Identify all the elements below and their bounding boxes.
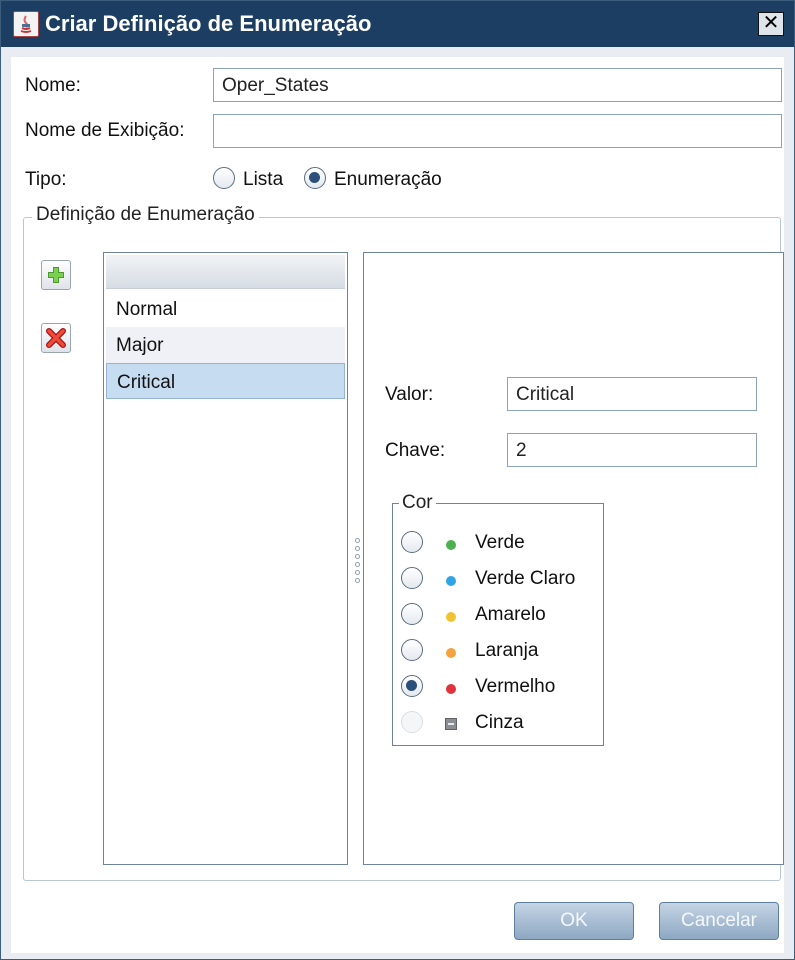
- name-field[interactable]: Oper_States: [213, 68, 782, 102]
- color-group-title: Cor: [399, 492, 436, 514]
- gray-square-icon: [445, 718, 457, 730]
- plus-icon: [48, 267, 64, 283]
- color-radio[interactable]: [401, 567, 423, 589]
- color-label: Verde Claro: [475, 568, 576, 589]
- color-radio-selected[interactable]: [401, 675, 423, 697]
- color-option-laranja[interactable]: Laranja: [401, 636, 601, 666]
- color-label: Amarelo: [475, 604, 546, 625]
- window-title: Criar Definição de Enumeração: [45, 11, 372, 36]
- title-bar: Criar Definição de Enumeração ✕: [1, 1, 794, 47]
- type-option-lista: Lista: [243, 169, 284, 190]
- value-label: Valor:: [385, 384, 434, 405]
- color-option-amarelo[interactable]: Amarelo: [401, 600, 601, 630]
- color-radio[interactable]: [401, 531, 423, 553]
- list-item-selected[interactable]: Critical: [106, 363, 345, 399]
- type-radio-enumeracao[interactable]: [304, 167, 326, 189]
- delete-item-button[interactable]: [41, 323, 71, 353]
- value-field[interactable]: Critical: [507, 377, 757, 411]
- delete-x-icon: [46, 328, 66, 348]
- color-radio[interactable]: [401, 603, 423, 625]
- ok-button[interactable]: OK: [514, 902, 634, 940]
- color-label: Cinza: [475, 712, 524, 733]
- color-option-verde[interactable]: Verde: [401, 528, 601, 558]
- close-button[interactable]: ✕: [758, 12, 784, 36]
- color-label: Verde: [475, 532, 525, 553]
- color-label: Laranja: [475, 640, 539, 661]
- color-radio[interactable]: [401, 639, 423, 661]
- color-option-vermelho[interactable]: Vermelho: [401, 672, 601, 702]
- items-list: Normal Major Critical: [103, 252, 348, 865]
- yellow-dot-icon: [446, 612, 456, 622]
- type-label: Tipo:: [25, 169, 67, 190]
- color-group: Cor Verde Verde Claro Amarelo Laranja Ve…: [392, 492, 604, 746]
- type-option-enumeracao: Enumeração: [334, 169, 442, 190]
- item-detail-panel: Valor: Critical Chave: 2 Cor Verde Verde…: [363, 252, 784, 865]
- java-icon: [13, 11, 39, 37]
- color-radio-disabled: [401, 711, 423, 733]
- key-field[interactable]: 2: [507, 433, 757, 467]
- list-header: [106, 255, 345, 289]
- dialog-window: Criar Definição de Enumeração ✕ Nome: Op…: [0, 0, 795, 960]
- color-label: Vermelho: [475, 676, 556, 697]
- list-item[interactable]: Major: [106, 327, 345, 363]
- enumeration-definition-group: Definição de Enumeração Normal Major Cri…: [23, 204, 784, 881]
- red-dot-icon: [446, 684, 456, 694]
- orange-dot-icon: [446, 648, 456, 658]
- list-item[interactable]: Normal: [106, 291, 345, 327]
- color-option-verde-claro[interactable]: Verde Claro: [401, 564, 601, 594]
- display-name-field[interactable]: [213, 114, 782, 148]
- cancel-button[interactable]: Cancelar: [659, 902, 779, 940]
- green-dot-icon: [446, 540, 456, 550]
- display-name-label: Nome de Exibição:: [25, 120, 185, 141]
- color-option-cinza: Cinza: [401, 708, 601, 738]
- splitter-handle[interactable]: [354, 538, 360, 588]
- key-label: Chave:: [385, 440, 446, 461]
- group-title: Definição de Enumeração: [32, 204, 259, 226]
- light-blue-dot-icon: [446, 576, 456, 586]
- dialog-content: Nome: Oper_States Nome de Exibição: Tipo…: [11, 57, 784, 953]
- type-radio-lista[interactable]: [213, 167, 235, 189]
- name-label: Nome:: [25, 75, 81, 96]
- add-item-button[interactable]: [41, 260, 71, 290]
